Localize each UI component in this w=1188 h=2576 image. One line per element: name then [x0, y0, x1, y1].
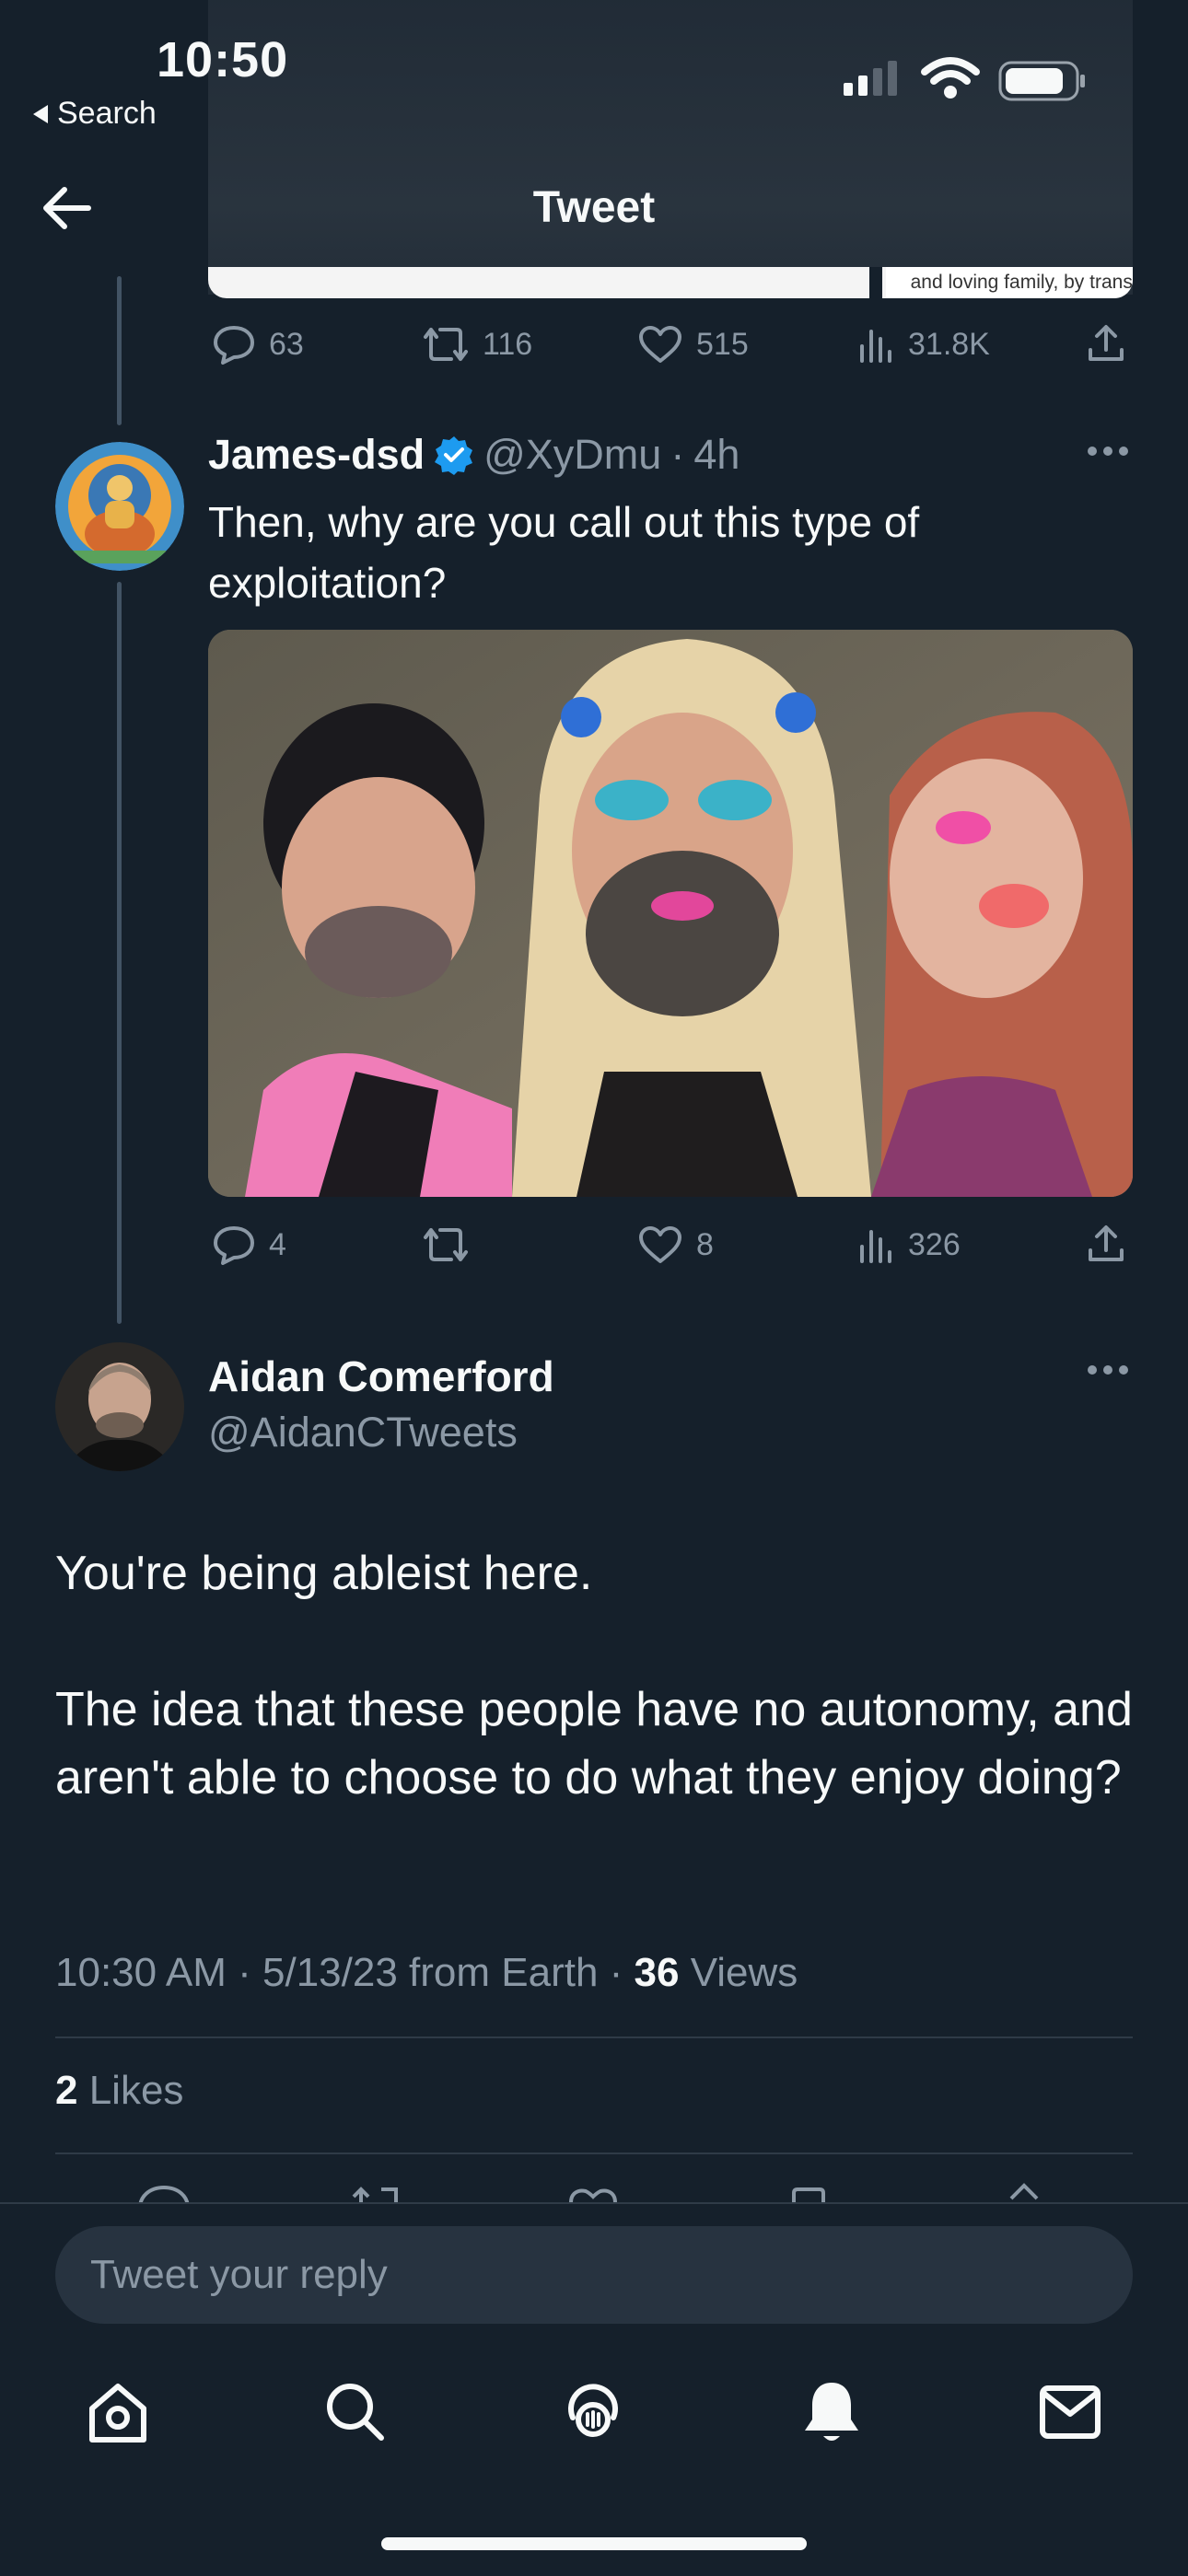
retweet-icon — [424, 1228, 468, 1261]
photo-three-people — [208, 630, 1133, 1197]
likes-label: Likes — [77, 2068, 184, 2113]
more-icon[interactable] — [1087, 442, 1129, 460]
tweet-text: Then, why are you call out this type of … — [208, 492, 1129, 613]
views-label: Views — [679, 1950, 798, 1995]
status-time: 10:50 — [157, 32, 289, 87]
notifications-icon[interactable] — [801, 2379, 862, 2445]
tweet-text-line: Then, why are you call out this type of — [208, 498, 920, 546]
tweet-time: 4h — [693, 431, 740, 478]
like-count: 515 — [696, 326, 749, 362]
tweet-reply-input[interactable]: Tweet your reply — [55, 2226, 1133, 2324]
share-icon[interactable] — [1085, 322, 1127, 365]
main-tweet-text: You're being ableist here. The idea that… — [55, 1539, 1133, 1812]
like-action[interactable]: 8 — [637, 1224, 714, 1265]
avatar-image — [55, 442, 184, 571]
views-icon — [860, 330, 891, 363]
like-action[interactable]: 515 — [637, 324, 749, 365]
handle: @XyDmu — [483, 431, 662, 478]
more-icon[interactable] — [1087, 1361, 1129, 1379]
reply-icon — [214, 1226, 254, 1265]
thread-line — [117, 582, 122, 1324]
share-icon[interactable] — [1004, 2182, 1044, 2204]
battery-icon — [998, 61, 1087, 101]
retweet-icon — [424, 328, 468, 361]
reply-action[interactable]: 63 — [212, 324, 304, 365]
back-triangle-icon — [33, 104, 48, 123]
verified-icon — [435, 436, 473, 475]
views-count: 31.8K — [908, 326, 990, 362]
views-icon — [860, 1230, 891, 1263]
tweet-paragraph: You're being ableist here. — [55, 1547, 593, 1600]
retweet-icon[interactable] — [348, 2186, 403, 2204]
page-title: Tweet — [532, 183, 656, 232]
reply-action[interactable]: 4 — [212, 1224, 286, 1265]
tweet-paragraph: The idea that these people have no auton… — [55, 1683, 1133, 1804]
views-count: 326 — [908, 1226, 961, 1262]
retweet-action[interactable] — [422, 1224, 483, 1265]
tweet-header: James-dsd @XyDmu · 4h — [208, 431, 740, 479]
separator-dot: · — [670, 431, 685, 478]
home-icon[interactable] — [85, 2381, 151, 2445]
cellular-signal-icon — [840, 61, 904, 98]
back-to-search-link[interactable]: Search — [33, 96, 157, 132]
likes-summary[interactable]: 2 Likes — [55, 2068, 183, 2114]
spaces-icon[interactable] — [560, 2377, 626, 2445]
timestamp: 10:30 AM · 5/13/23 from Earth · — [55, 1950, 635, 1995]
bookmark-icon[interactable] — [788, 2186, 829, 2204]
avatar[interactable] — [55, 1342, 184, 1471]
previous-tweet-card-faded — [208, 0, 1133, 295]
messages-icon[interactable] — [1039, 2385, 1101, 2440]
divider — [55, 2036, 1133, 2038]
avatar-image — [55, 1342, 184, 1471]
retweet-action[interactable]: 116 — [422, 324, 532, 365]
like-icon[interactable] — [565, 2186, 621, 2204]
reply-icon[interactable] — [136, 2184, 192, 2204]
handle: @AidanCTweets — [208, 1409, 518, 1456]
tweet-meta: 10:30 AM · 5/13/23 from Earth · 36 Views — [55, 1950, 798, 1996]
reply-count: 4 — [269, 1226, 286, 1262]
reply-icon — [214, 326, 254, 365]
tweet-media-image[interactable] — [208, 630, 1133, 1197]
display-name[interactable]: Aidan Comerford — [208, 1352, 554, 1401]
home-indicator — [381, 2537, 807, 2550]
divider — [55, 2152, 1133, 2154]
reply-count: 63 — [269, 326, 304, 362]
views-action[interactable]: 326 — [856, 1224, 961, 1265]
display-name[interactable]: James-dsd — [208, 431, 425, 479]
like-icon — [639, 326, 681, 363]
views-action[interactable]: 31.8K — [856, 324, 990, 365]
search-icon[interactable] — [322, 2379, 387, 2443]
wifi-icon — [921, 57, 980, 99]
share-icon[interactable] — [1085, 1223, 1127, 1265]
card-caption: and loving family, by transforming care … — [886, 267, 1133, 298]
back-to-search-label: Search — [57, 96, 157, 131]
likes-number: 2 — [55, 2068, 78, 2113]
like-count: 8 — [696, 1226, 714, 1262]
like-icon — [639, 1226, 681, 1263]
thread-line — [117, 276, 122, 425]
previous-tweet-card[interactable]: and loving family, by transforming care … — [208, 267, 1133, 298]
retweet-count: 116 — [483, 326, 533, 362]
tweet-text-line: exploitation? — [208, 559, 447, 607]
card-divider — [869, 267, 882, 298]
views-number: 36 — [634, 1950, 680, 1995]
avatar[interactable] — [55, 442, 184, 571]
